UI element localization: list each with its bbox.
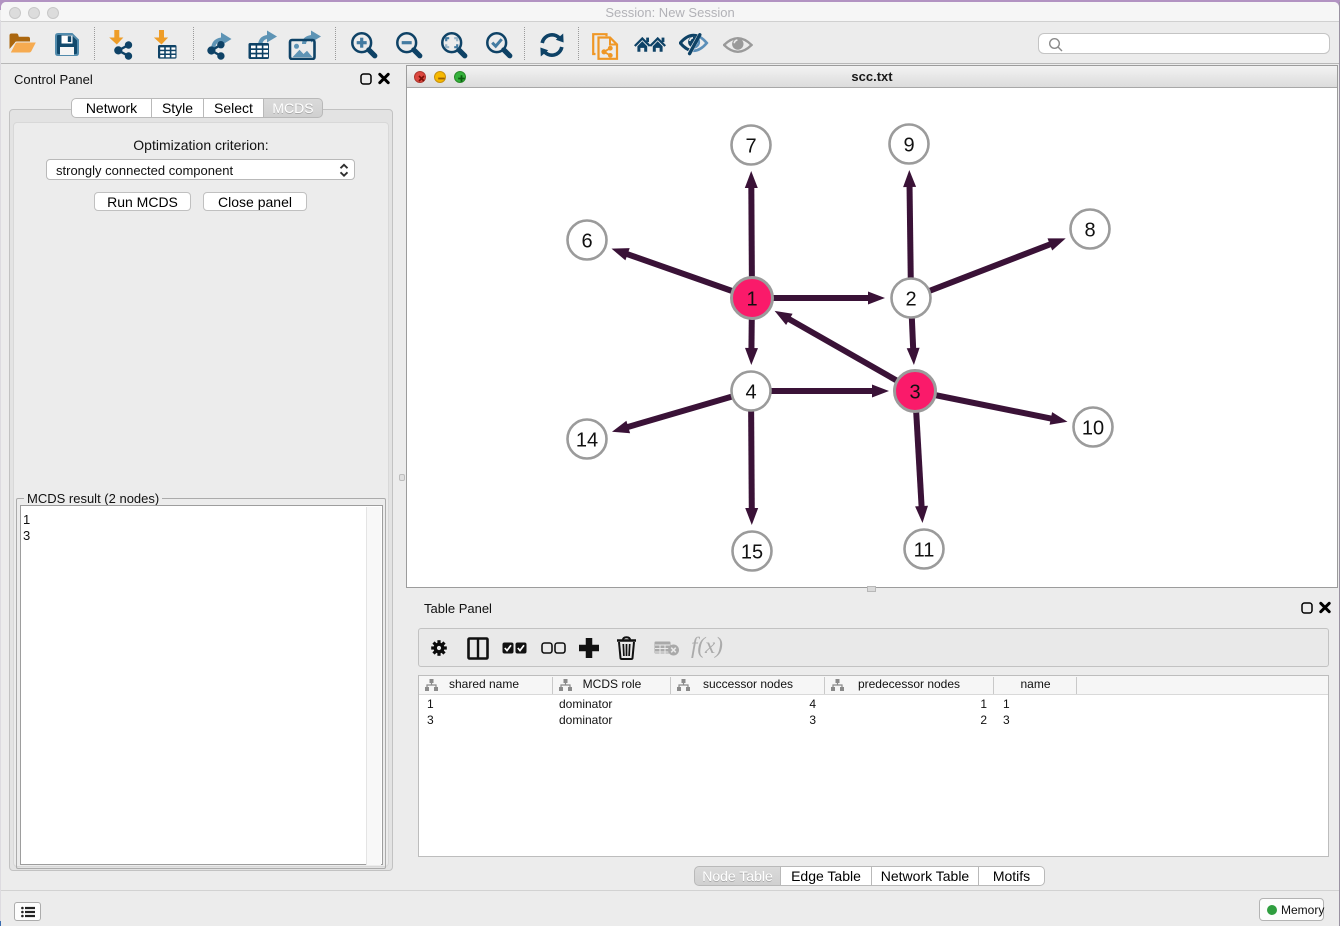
svg-text:6: 6 (581, 231, 592, 253)
svg-text:7: 7 (745, 136, 756, 158)
svg-text:1: 1 (746, 289, 757, 311)
svg-text:2: 2 (905, 289, 916, 311)
svg-text:10: 10 (1082, 418, 1104, 440)
svg-text:9: 9 (903, 135, 914, 157)
svg-text:11: 11 (914, 540, 935, 562)
svg-text:3: 3 (909, 382, 920, 404)
svg-text:15: 15 (741, 542, 763, 564)
svg-text:8: 8 (1084, 220, 1095, 242)
svg-text:4: 4 (745, 382, 756, 404)
svg-text:14: 14 (576, 430, 598, 452)
